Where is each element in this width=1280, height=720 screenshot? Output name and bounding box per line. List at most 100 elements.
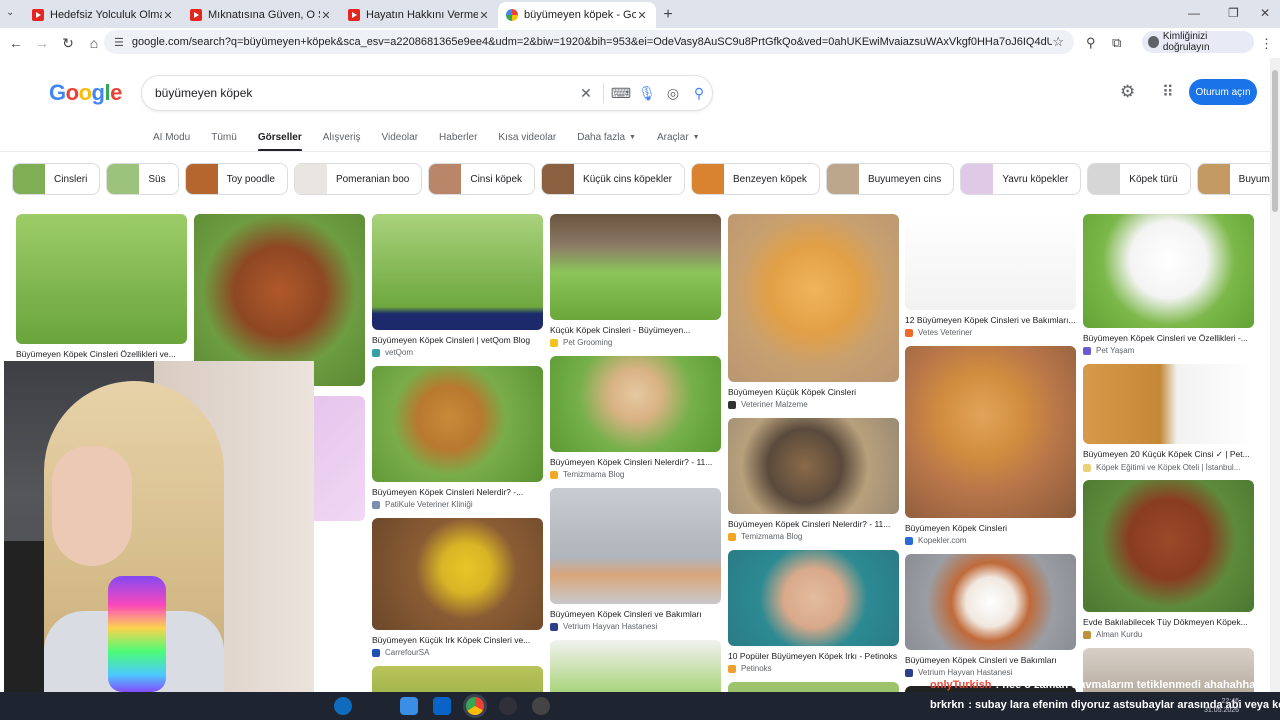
store-icon[interactable] xyxy=(400,697,418,715)
image-result[interactable]: 10 Popüler Büyümeyen Köpek Irkı - Petino… xyxy=(728,550,899,673)
related-search-chip[interactable]: Cinsleri xyxy=(12,163,101,195)
close-tab-icon[interactable]: ✕ xyxy=(162,9,174,22)
nav-tab[interactable]: Haberler xyxy=(439,124,477,150)
image-result[interactable]: Büyümeyen Köpek Cinsleri Nelerdir? - 11.… xyxy=(728,418,899,541)
related-search-chip[interactable]: Buyumeyen cins xyxy=(825,163,955,195)
image-result[interactable]: Büyümeyen Küçük Köpek Cinsleri Veteriner … xyxy=(728,214,899,409)
search-input[interactable]: büyümeyen köpek xyxy=(155,86,573,100)
new-tab-button[interactable]: + xyxy=(656,2,680,28)
result-thumbnail[interactable] xyxy=(372,214,543,330)
result-caption[interactable]: Büyümeyen 20 Küçük Köpek Cinsi ✓ | Pet..… xyxy=(1083,449,1254,460)
close-tab-icon[interactable]: ✕ xyxy=(478,9,490,22)
result-source[interactable]: Petinoks xyxy=(728,664,899,673)
browser-tab[interactable]: Mıknatısına Güven, O Seni Hedefe✕ xyxy=(182,2,340,28)
identity-button[interactable]: Kimliğinizi doğrulayın xyxy=(1142,31,1254,53)
translate-icon[interactable]: ⚲ xyxy=(1086,35,1096,51)
result-thumbnail[interactable] xyxy=(1083,214,1254,328)
google-logo[interactable]: Google xyxy=(49,80,122,106)
image-result[interactable]: 12 Büyümeyen Köpek Cinsleri ve Bakımları… xyxy=(905,214,1076,337)
related-search-chip[interactable]: Küçük cins köpekler xyxy=(541,163,685,195)
related-search-chip[interactable]: Benzeyen köpek xyxy=(690,163,820,195)
result-caption[interactable]: Büyümeyen Köpek Cinsleri Nelerdir? -... xyxy=(372,487,543,497)
obs-icon[interactable] xyxy=(499,697,517,715)
google-apps-icon[interactable]: ⠿ xyxy=(1162,82,1174,102)
related-search-chip[interactable]: Cinsi köpek xyxy=(428,163,536,195)
browser-tab[interactable]: Hedefsiz Yolculuk Olmaz | Polat✕ xyxy=(24,2,182,28)
related-search-chip[interactable]: Toy poodle xyxy=(184,163,288,195)
result-caption[interactable]: Büyümeyen Küçük Köpek Cinsleri xyxy=(728,387,899,397)
image-result[interactable]: Büyümeyen Küçük Irk Köpek Cinsleri ve...… xyxy=(372,518,543,657)
result-thumbnail[interactable] xyxy=(728,418,899,514)
image-result[interactable]: Büyümeyen Köpek Cinsleri Nelerdir? - 11.… xyxy=(550,356,721,479)
image-result[interactable]: Küçük Köpek Cinsleri - Büyümeyen... Pet G… xyxy=(550,214,721,347)
nav-tab[interactable]: Tümü xyxy=(211,124,237,150)
nav-tab[interactable]: Kısa videolar xyxy=(498,124,556,150)
home-icon[interactable]: ⌂ xyxy=(82,31,106,55)
result-caption[interactable]: Büyümeyen Köpek Cinsleri | vetQom Blog xyxy=(372,335,543,345)
site-info-icon[interactable]: ☰ xyxy=(114,36,124,49)
result-source[interactable]: CarrefourSA xyxy=(372,648,543,657)
image-result[interactable]: Büyümeyen Köpek Cinsleri Özellikleri ve.… xyxy=(16,214,187,359)
lens-camera-icon[interactable]: ◎ xyxy=(660,80,686,106)
result-caption[interactable]: Büyümeyen Köpek Cinsleri ve Özellikleri … xyxy=(1083,333,1254,343)
image-result[interactable]: Büyümeyen Köpek Cinsleri Kopekler.com xyxy=(905,346,1076,545)
close-tab-icon[interactable]: ✕ xyxy=(636,9,648,22)
search-box[interactable]: büyümeyen köpek ✕ ⌨ 🎙︎ ◎ ⚲ xyxy=(141,75,713,111)
result-thumbnail[interactable] xyxy=(1083,364,1254,444)
image-result[interactable]: Büyümeyen Köpek Cinsleri ve Bakımları Vet… xyxy=(550,488,721,631)
result-source[interactable]: Temizmama Blog xyxy=(728,532,899,541)
result-caption[interactable]: Büyümeyen Köpek Cinsleri ve Bakımları xyxy=(905,655,1076,665)
result-caption[interactable]: Büyümeyen Köpek Cinsleri Nelerdir? - 11.… xyxy=(550,457,721,467)
browser-tab[interactable]: büyümeyen köpek - Google'da Ara✕ xyxy=(498,2,656,28)
related-search-chip[interactable]: Süs xyxy=(106,163,179,195)
result-caption[interactable]: Büyümeyen Köpek Cinsleri ve Bakımları xyxy=(550,609,721,619)
tab-search-icon[interactable]: ⌄ xyxy=(6,7,20,21)
result-source[interactable]: Veteriner Malzeme xyxy=(728,400,899,409)
result-thumbnail[interactable] xyxy=(905,554,1076,650)
result-thumbnail[interactable] xyxy=(728,550,899,646)
nav-tab[interactable]: AI Modu xyxy=(153,124,190,150)
result-caption[interactable]: Büyümeyen Köpek Cinsleri Özellikleri ve.… xyxy=(16,349,187,359)
result-caption[interactable]: Evde Bakılabilecek Tüy Dökmeyen Köpek... xyxy=(1083,617,1254,627)
page-scrollbar[interactable] xyxy=(1270,58,1280,692)
close-window-icon[interactable]: ✕ xyxy=(1260,6,1270,20)
restore-icon[interactable]: ❐ xyxy=(1228,6,1239,20)
result-caption[interactable]: 12 Büyümeyen Köpek Cinsleri ve Bakımları… xyxy=(905,315,1076,325)
result-source[interactable]: Pet Yaşam xyxy=(1083,346,1254,355)
address-bar[interactable]: ☰ google.com/search?q=büyümeyen+köpek&sc… xyxy=(104,30,1074,54)
image-result[interactable]: Büyümeyen Köpek Cinsleri ve Bakımları Vet… xyxy=(905,554,1076,677)
image-result[interactable] xyxy=(550,640,721,700)
result-source[interactable]: Vetes Veteriner xyxy=(905,328,1076,337)
result-thumbnail[interactable] xyxy=(372,518,543,630)
extensions-icon[interactable]: ⧉ xyxy=(1112,35,1121,51)
bookmark-star-icon[interactable]: ☆ xyxy=(1052,34,1064,50)
reload-icon[interactable]: ↻ xyxy=(56,31,80,55)
image-result[interactable]: Evde Bakılabilecek Tüy Dökmeyen Köpek...… xyxy=(1083,480,1254,639)
app-icon[interactable] xyxy=(532,697,550,715)
settings-gear-icon[interactable]: ⚙ xyxy=(1120,82,1135,102)
result-caption[interactable]: Büyümeyen Köpek Cinsleri Nelerdir? - 11.… xyxy=(728,519,899,529)
related-search-chip[interactable]: Köpek türü xyxy=(1087,163,1191,195)
result-source[interactable]: PatiKule Veteriner Kliniği xyxy=(372,500,543,509)
result-source[interactable]: Vetrium Hayvan Hastanesi xyxy=(550,622,721,631)
result-thumbnail[interactable] xyxy=(1083,480,1254,612)
result-source[interactable]: Pet Grooming xyxy=(550,338,721,347)
browser-menu-icon[interactable]: ⋮ xyxy=(1260,36,1273,52)
related-search-chip[interactable]: Buyumeyen kucuk xyxy=(1196,163,1280,195)
nav-tab[interactable]: Alışveriş xyxy=(323,124,361,150)
nav-tab[interactable]: Videolar xyxy=(382,124,419,150)
related-search-chip[interactable]: Pomeranian boo xyxy=(293,163,423,195)
result-thumbnail[interactable] xyxy=(905,214,1076,310)
result-thumbnail[interactable] xyxy=(550,214,721,320)
chrome-icon[interactable] xyxy=(466,697,484,715)
result-thumbnail[interactable] xyxy=(372,366,543,482)
result-thumbnail[interactable] xyxy=(728,214,899,382)
result-thumbnail[interactable] xyxy=(16,214,187,344)
microphone-icon[interactable]: 🎙︎ xyxy=(634,80,660,106)
result-source[interactable]: Temizmama Blog xyxy=(550,470,721,479)
outlook-icon[interactable] xyxy=(433,697,451,715)
result-thumbnail[interactable] xyxy=(550,488,721,604)
related-search-chip[interactable]: Yavru köpekler xyxy=(960,163,1082,195)
minimize-icon[interactable]: — xyxy=(1188,6,1200,20)
nav-tab[interactable]: Görseller xyxy=(257,124,302,152)
